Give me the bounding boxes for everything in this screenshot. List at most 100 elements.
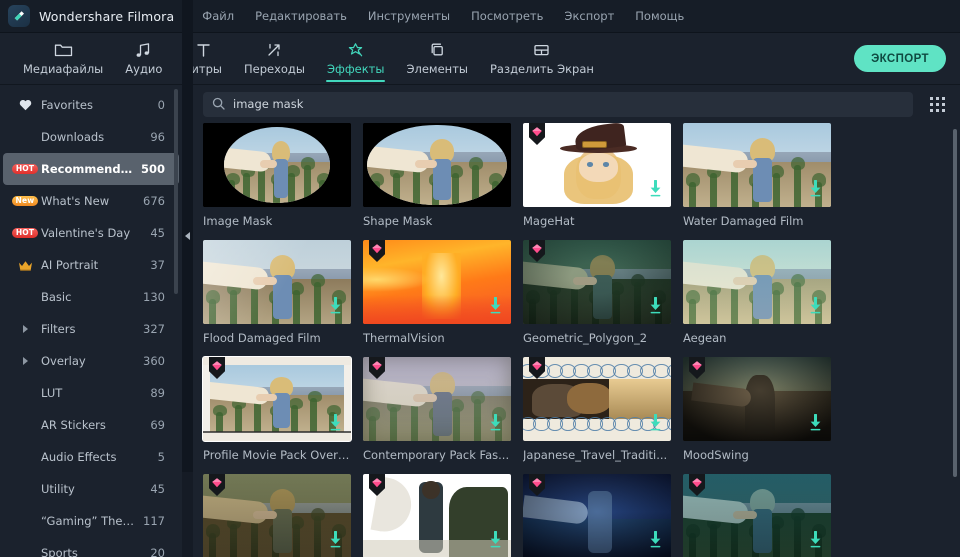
effect-thumbnail [683,240,831,324]
menu-edit[interactable]: Редактировать [255,9,347,23]
download-arrow-icon[interactable] [808,413,823,435]
sidebar-item-ar-stickers[interactable]: AR Stickers 69 [3,409,179,441]
effect-tile[interactable]: MageHat [523,123,671,240]
effect-thumbnail [523,123,671,207]
sidebar-item-label: AR Stickers [41,418,106,432]
effect-thumbnail [363,357,511,441]
download-arrow-icon[interactable] [328,296,343,318]
sidebar-item-count: 676 [143,194,165,208]
effect-thumbnail [523,357,671,441]
sidebar-item-count: 89 [150,386,165,400]
effect-tile[interactable]: Geometric_Polygon_2 [523,240,671,357]
menu-bar: Файл Редактировать Инструменты Посмотрет… [202,9,684,23]
effect-tile[interactable]: Aegean [683,240,831,357]
download-arrow-icon[interactable] [648,179,663,201]
menu-tools[interactable]: Инструменты [368,9,450,23]
sidebar-item-audio-effects[interactable]: Audio Effects 5 [3,441,179,473]
chevron-right-icon [9,357,41,365]
sidebar-item-ai-portrait[interactable]: AI Portrait 37 [3,249,179,281]
sidebar-item-filters[interactable]: Filters 327 [3,313,179,345]
tab-media[interactable]: Медиафайлы [12,33,114,85]
sidebar-item-utility[interactable]: Utility 45 [3,473,179,505]
effect-label: MoodSwing [683,448,749,462]
sidebar-scrollbar[interactable] [174,89,178,294]
tab-effects[interactable]: Эффекты [316,33,396,85]
sidebar-item-overlay[interactable]: Overlay 360 [3,345,179,377]
sidebar-item-label: Overlay [41,354,86,368]
sidebar-item-favorites[interactable]: Favorites 0 [3,89,179,121]
effects-browser-panel: Image Mask Shape Mask MageHat Water Damaged… [193,85,960,557]
sidebar-item-what-s-new[interactable]: New What's New 676 [3,185,179,217]
effect-tile[interactable] [363,474,511,557]
crown-icon [9,260,41,271]
menu-file[interactable]: Файл [202,9,234,23]
pink-diamond-premium-icon [368,357,386,380]
download-arrow-icon[interactable] [328,413,343,435]
effect-thumbnail [363,123,511,207]
effect-tile[interactable]: Water Damaged Film [683,123,831,240]
tab-elements[interactable]: Элементы [395,33,479,85]
effect-tile[interactable] [203,474,351,557]
effect-tile[interactable]: Shape Mask [363,123,511,240]
download-arrow-icon[interactable] [808,530,823,552]
search-box[interactable] [203,91,913,117]
sidebar-item-label: AI Portrait [41,258,99,272]
download-arrow-icon[interactable] [328,530,343,552]
effect-tile[interactable] [683,474,831,557]
download-arrow-icon[interactable] [488,413,503,435]
split-screen-icon [532,41,551,58]
download-arrow-icon[interactable] [808,179,823,201]
sidebar-collapse-button[interactable] [182,0,193,472]
effect-label: Image Mask [203,214,273,228]
effect-tile[interactable]: Japanese_Travel_Traditi... [523,357,671,474]
effect-thumbnail [203,474,351,557]
effects-scrollbar[interactable] [953,129,957,477]
sidebar-item-valentine-s-day[interactable]: HOT Valentine's Day 45 [3,217,179,249]
collapse-left-arrow-icon [185,232,190,240]
tab-elements-label: Элементы [406,62,468,76]
download-arrow-icon[interactable] [648,530,663,552]
effect-tile[interactable]: Contemporary Pack Fas... [363,357,511,474]
effect-label: Geometric_Polygon_2 [523,331,648,345]
sidebar-item-label: Audio Effects [41,450,117,464]
title-bar: Wondershare Filmora Файл Редактировать И… [0,0,960,33]
sidebar-item-gaming-theme[interactable]: “Gaming” Theme 117 [3,505,179,537]
effect-tile[interactable] [523,474,671,557]
sidebar-item-count: 327 [143,322,165,336]
grid-view-icon[interactable] [924,92,950,117]
sidebar-item-downloads[interactable]: Downloads 96 [3,121,179,153]
magic-wand-star-icon [346,41,365,58]
tab-transitions[interactable]: Переходы [233,33,316,85]
pink-diamond-premium-icon [528,240,546,263]
effect-thumbnail [523,240,671,324]
pink-diamond-premium-icon [368,474,386,497]
tab-split-screen[interactable]: Разделить Экран [479,33,605,85]
tab-audio[interactable]: Аудио [114,33,173,85]
download-arrow-icon[interactable] [648,296,663,318]
sidebar-item-label: Valentine's Day [41,226,131,240]
effect-label: Shape Mask [363,214,433,228]
sidebar-item-count: 37 [150,258,165,272]
export-button[interactable]: ЭКСПОРТ [854,45,946,72]
download-arrow-icon[interactable] [488,296,503,318]
sidebar-item-basic[interactable]: Basic 130 [3,281,179,313]
effect-tile[interactable]: Image Mask [203,123,351,240]
download-arrow-icon[interactable] [648,413,663,435]
download-arrow-icon[interactable] [808,296,823,318]
download-arrow-icon[interactable] [488,530,503,552]
sidebar-item-count: 69 [150,418,165,432]
effect-tile[interactable]: Profile Movie Pack Overl... [202,356,352,474]
sidebar-item-sports[interactable]: Sports 20 [3,537,179,557]
menu-help[interactable]: Помощь [635,9,684,23]
search-input[interactable] [233,97,904,111]
effects-category-sidebar: Favorites 0 Downloads 96 HOT Recommended 500 Ne… [0,85,182,557]
effect-tile[interactable]: ThermalVision [363,240,511,357]
sidebar-item-recommended[interactable]: HOT Recommended 500 [3,153,179,185]
sidebar-item-lut[interactable]: LUT 89 [3,377,179,409]
menu-export[interactable]: Экспорт [564,9,614,23]
menu-view[interactable]: Посмотреть [471,9,543,23]
effect-tile[interactable]: MoodSwing [683,357,831,474]
effect-tile[interactable]: Flood Damaged Film [203,240,351,357]
effect-label: Japanese_Travel_Traditi... [523,448,668,462]
pink-diamond-premium-icon [208,357,226,380]
